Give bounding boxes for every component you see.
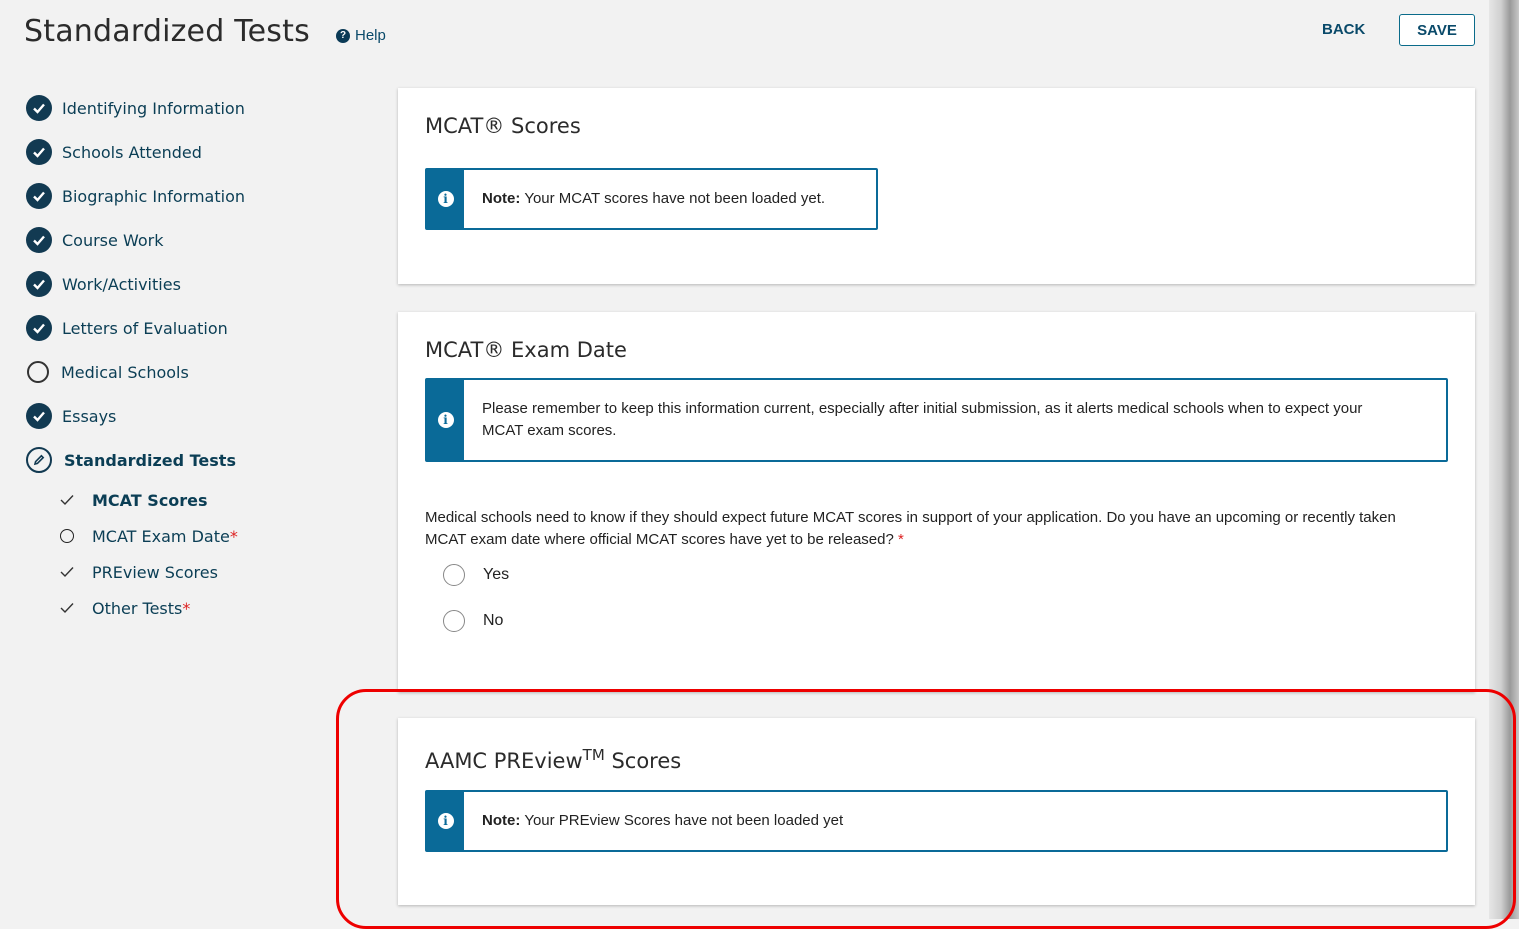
save-button[interactable]: SAVE <box>1399 14 1475 46</box>
radio-button[interactable] <box>443 564 465 586</box>
trademark-sup: TM <box>582 746 605 764</box>
check-circle-icon <box>26 403 52 429</box>
radio-label: No <box>483 612 504 629</box>
empty-circle-icon <box>27 361 49 383</box>
note-label: Note: <box>482 812 521 829</box>
checkmark-icon <box>58 566 76 578</box>
sidebar-item-essays[interactable]: Essays <box>26 394 366 438</box>
required-asterisk: * <box>898 531 904 548</box>
window-edge-shadow <box>1489 0 1519 919</box>
sidebar-subitem-label: MCAT Scores <box>92 490 208 510</box>
info-icon: i <box>437 191 454 207</box>
mcat-exam-date-card: MCAT® Exam Date i Please remember to kee… <box>398 312 1475 692</box>
sidebar-item-identifying-information[interactable]: Identifying Information <box>26 86 366 130</box>
upcoming-exam-question: Medical schools need to know if they sho… <box>425 507 1425 551</box>
note-label: Note: <box>482 190 521 207</box>
sidebar-item-label: Letters of Evaluation <box>62 318 228 338</box>
check-circle-icon <box>26 315 52 341</box>
page-title: Standardized Tests <box>24 14 310 49</box>
help-link[interactable]: ? Help <box>336 27 386 44</box>
check-circle-icon <box>26 139 52 165</box>
check-circle-icon <box>26 271 52 297</box>
sidebar-item-label: Standardized Tests <box>64 450 236 470</box>
sidebar-item-standardized-tests[interactable]: Standardized Tests <box>26 438 366 482</box>
sidebar-subitem-mcat-exam-date[interactable]: MCAT Exam Date * <box>26 518 366 554</box>
sidebar-item-label: Course Work <box>62 230 164 250</box>
check-circle-icon <box>26 227 52 253</box>
sidebar-subitem-label: PREview Scores <box>92 562 218 582</box>
sidebar-subitem-mcat-scores[interactable]: MCAT Scores <box>26 482 366 518</box>
sidebar-item-label: Medical Schools <box>61 362 189 382</box>
preview-scores-note: i Note: Your PREview Scores have not bee… <box>425 790 1448 852</box>
radio-label: Yes <box>483 566 510 583</box>
question-text: Medical schools need to know if they sho… <box>425 509 1396 548</box>
sidebar-item-label: Work/Activities <box>62 274 181 294</box>
note-text: Your MCAT scores have not been loaded ye… <box>524 190 826 207</box>
check-circle-icon <box>26 95 52 121</box>
required-asterisk: * <box>229 526 238 546</box>
radio-button[interactable] <box>443 610 465 632</box>
back-button[interactable]: BACK <box>1322 21 1365 38</box>
sidebar-subitem-other-tests[interactable]: Other Tests * <box>26 590 366 626</box>
mcat-exam-date-title: MCAT® Exam Date <box>425 338 627 362</box>
sidebar-item-label: Schools Attended <box>62 142 202 162</box>
help-label: Help <box>355 27 386 44</box>
mcat-exam-date-info: i Please remember to keep this informati… <box>425 378 1448 462</box>
mcat-scores-card: MCAT® Scores i Note: Your MCAT scores ha… <box>398 88 1475 284</box>
sidebar-item-biographic-information[interactable]: Biographic Information <box>26 174 366 218</box>
sidebar-item-label: Essays <box>62 406 117 426</box>
sidebar-subitem-label: Other Tests <box>92 598 183 618</box>
sidebar-item-work-activities[interactable]: Work/Activities <box>26 262 366 306</box>
info-icon: i <box>437 412 454 428</box>
preview-scores-card: AAMC PREviewTM Scores i Note: Your PREvi… <box>398 718 1475 905</box>
checkmark-icon <box>58 602 76 614</box>
radio-option-no[interactable]: No <box>443 610 503 632</box>
checkmark-icon <box>58 494 76 506</box>
sidebar-item-course-work[interactable]: Course Work <box>26 218 366 262</box>
sidebar-item-schools-attended[interactable]: Schools Attended <box>26 130 366 174</box>
note-text: Your PREview Scores have not been loaded… <box>524 812 844 829</box>
sidebar-item-label: Biographic Information <box>62 186 245 206</box>
required-asterisk: * <box>182 598 191 618</box>
radio-option-yes[interactable]: Yes <box>443 564 509 586</box>
mcat-scores-note: i Note: Your MCAT scores have not been l… <box>425 168 878 230</box>
sidebar-nav: Identifying Information Schools Attended… <box>26 86 366 626</box>
sidebar-subitem-preview-scores[interactable]: PREview Scores <box>26 554 366 590</box>
info-icon: i <box>437 813 454 829</box>
question-circle-icon: ? <box>336 28 350 43</box>
info-text: Please remember to keep this information… <box>482 400 1363 439</box>
check-circle-icon <box>26 183 52 209</box>
mcat-scores-title: MCAT® Scores <box>425 114 581 138</box>
sidebar-item-letters-of-evaluation[interactable]: Letters of Evaluation <box>26 306 366 350</box>
preview-scores-title: AAMC PREviewTM Scores <box>425 746 682 773</box>
sidebar-item-medical-schools[interactable]: Medical Schools <box>26 350 366 394</box>
sidebar-subitem-label: MCAT Exam Date <box>92 526 230 546</box>
empty-circle-icon <box>58 529 76 543</box>
pencil-circle-icon <box>26 447 52 473</box>
sidebar-item-label: Identifying Information <box>62 98 245 118</box>
